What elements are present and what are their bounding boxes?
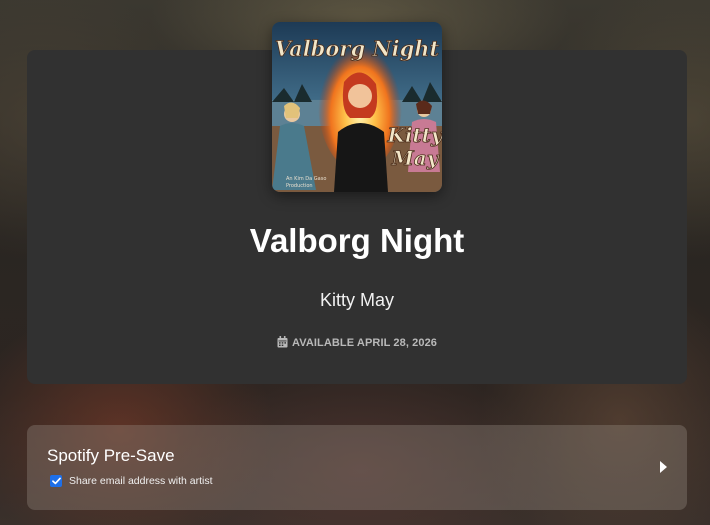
svg-text:May: May [391,146,440,170]
presave-label: Spotify Pre-Save [47,446,175,465]
availability-text: AVAILABLE APRIL 28, 2026 [291,337,438,349]
checkmark-icon [51,477,61,485]
svg-text:An Kim Da Gaso: An Kim Da Gaso [286,176,326,182]
release-date: AVAILABLE APRIL 28, 2026 [27,335,687,353]
share-email-label: Share email address with artist [69,475,213,487]
calendar-icon [277,336,288,353]
caret-right-icon [660,461,667,473]
share-email-checkbox[interactable] [50,475,62,487]
release-title: Valborg Night [249,222,465,259]
svg-text:Kitty: Kitty [386,123,442,147]
cover-title-art: Valborg Night [275,36,440,61]
artist-name: Kitty May [319,290,394,310]
album-cover: Valborg Night Kitty May An Kim Da Gaso P… [272,22,442,192]
share-email-option[interactable]: Share email address with artist [50,474,213,488]
svg-text:Production: Production [286,183,313,189]
spotify-presave-button[interactable]: Spotify Pre-Save Share email address wit… [27,425,687,510]
